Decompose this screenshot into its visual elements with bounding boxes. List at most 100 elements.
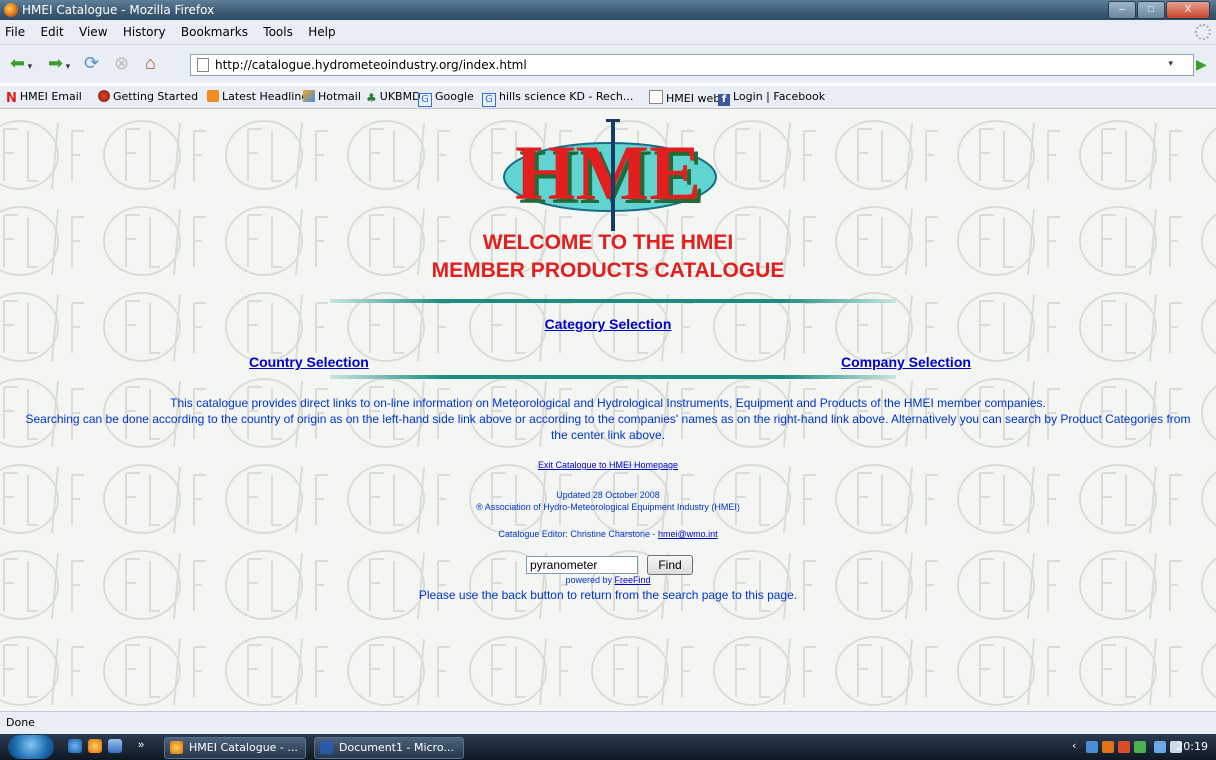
network-icon[interactable]: [1086, 741, 1098, 753]
status-bar: Done: [0, 711, 1216, 735]
bookmark-label: HMEI web: [666, 92, 721, 105]
app-tray-icon[interactable]: [1134, 741, 1146, 753]
welcome-heading: WELCOME TO THE HMEI MEMBER PRODUCTS CATA…: [0, 229, 1216, 285]
back-button-hint: Please use the back button to return fro…: [418, 588, 798, 602]
go-button[interactable]: ▶: [1196, 56, 1207, 73]
firefox-icon: [98, 90, 110, 102]
bookmark-google[interactable]: G Google: [418, 90, 474, 107]
bookmark-hills-science[interactable]: Ghills science KD - Rech...: [482, 90, 633, 107]
start-button[interactable]: [8, 735, 54, 759]
bookmark-label: hills science KD - Rech...: [499, 90, 634, 103]
menu-view[interactable]: View: [79, 25, 107, 39]
firefox-icon: [170, 741, 183, 754]
bookmark-facebook[interactable]: f Login | Facebook: [718, 90, 825, 106]
maximize-button[interactable]: □: [1137, 1, 1165, 19]
updated-date: Updated 28 October 2008: [556, 490, 660, 500]
menu-edit[interactable]: Edit: [40, 25, 63, 39]
country-selection-link[interactable]: Country Selection: [249, 354, 369, 370]
category-selection-link[interactable]: Category Selection: [0, 316, 1216, 332]
description-line: Searching can be done according to the c…: [25, 412, 1191, 426]
forward-dropdown-icon[interactable]: ▾: [63, 61, 71, 71]
bookmark-hmei-web[interactable]: HMEI web: [649, 90, 720, 105]
taskbar: » HMEI Catalogue - ... Document1 - Micro…: [0, 734, 1216, 760]
navigation-toolbar: ⬅ ▾ ➡ ▾ ⟳ ⊗ ⌂ http://catalogue.hydromete…: [0, 45, 1216, 83]
menu-help[interactable]: Help: [308, 25, 335, 39]
show-desktop-icon[interactable]: [108, 739, 122, 753]
divider-bottom: [330, 375, 896, 379]
url-dropdown-icon[interactable]: ▾: [1168, 58, 1173, 69]
menu-file[interactable]: File: [5, 25, 25, 39]
task-label: Document1 - Micro...: [339, 741, 454, 754]
bookmark-label: Latest Headlines: [222, 90, 314, 103]
word-icon: [320, 741, 333, 754]
menu-bar: File Edit View History Bookmarks Tools H…: [0, 20, 1216, 45]
firefox-icon: [4, 3, 18, 17]
quicklaunch-chevron-icon[interactable]: »: [138, 739, 144, 751]
throbber-icon: [1195, 24, 1211, 40]
bookmark-hmei-email[interactable]: N HMEI Email: [6, 90, 82, 106]
rss-icon: [207, 90, 219, 102]
bookmark-label: Google: [435, 90, 474, 103]
reload-button[interactable]: ⟳: [84, 53, 99, 73]
logo-text: HME: [515, 129, 701, 216]
msn-icon: [303, 90, 315, 102]
editor-line: Catalogue Editor: Christine Charstone - …: [0, 528, 1216, 540]
exit-row: Exit Catalogue to HMEI Homepage: [0, 459, 1216, 471]
n-icon: N: [6, 91, 17, 106]
bookmarks-toolbar: N HMEI Email Getting Started Latest Headl…: [0, 86, 1216, 109]
page-content: HME HME WELCOME TO THE HMEI MEMBER PRODU…: [0, 109, 1216, 711]
powered-label: powered by: [565, 575, 615, 585]
forward-button[interactable]: ➡ ▾: [48, 53, 70, 76]
bookmark-latest-headlines[interactable]: Latest Headlines: [207, 90, 314, 103]
find-button[interactable]: Find: [647, 555, 693, 575]
exit-catalogue-link[interactable]: Exit Catalogue to HMEI Homepage: [538, 460, 678, 470]
window-titlebar[interactable]: HMEI Catalogue - Mozilla Firefox – □ X: [0, 0, 1216, 20]
stop-button[interactable]: ⊗: [114, 53, 129, 73]
task-label: HMEI Catalogue - ...: [189, 741, 298, 754]
bookmark-ukbmd[interactable]: ♣ UKBMD: [366, 90, 421, 105]
back-dropdown-icon[interactable]: ▾: [25, 61, 33, 71]
menu-bookmarks[interactable]: Bookmarks: [181, 25, 248, 39]
back-button[interactable]: ⬅ ▾: [10, 53, 32, 76]
description-line: the center link above.: [550, 428, 666, 442]
tray-expand-icon[interactable]: ‹: [1072, 739, 1076, 752]
bookmark-label: Login | Facebook: [733, 90, 826, 103]
status-text: Done: [6, 716, 35, 729]
copyright-text: ® Association of Hydro-Meteorological Eq…: [476, 502, 740, 512]
ie-icon[interactable]: [68, 739, 82, 753]
editor-label: Catalogue Editor: Christine Charstone -: [498, 529, 658, 539]
home-button[interactable]: ⌂: [145, 53, 156, 73]
welcome-line-1: WELCOME TO THE HMEI: [482, 231, 734, 254]
divider-top: [330, 299, 896, 303]
clock[interactable]: 20:19: [1176, 740, 1208, 753]
freefind-link[interactable]: FreeFind: [615, 575, 651, 585]
minimize-button[interactable]: –: [1108, 1, 1136, 19]
url-bar[interactable]: http://catalogue.hydrometeoindustry.org/…: [190, 54, 1194, 76]
app-tray-icon[interactable]: [1118, 741, 1130, 753]
editor-email-link[interactable]: hmei@wmo.int: [658, 529, 718, 539]
powered-by: powered by FreeFind: [0, 574, 1216, 586]
bookmark-label: HMEI Email: [19, 90, 82, 103]
close-button[interactable]: X: [1166, 1, 1210, 19]
bookmark-getting-started[interactable]: Getting Started: [98, 90, 198, 103]
taskbar-item-firefox[interactable]: HMEI Catalogue - ...: [164, 737, 306, 759]
menu-tools[interactable]: Tools: [263, 25, 293, 39]
window-title: HMEI Catalogue - Mozilla Firefox: [22, 3, 215, 17]
facebook-icon: f: [718, 94, 730, 106]
company-selection-link[interactable]: Company Selection: [841, 354, 971, 370]
bookmark-hotmail[interactable]: Hotmail: [303, 90, 361, 103]
bookmark-label: Getting Started: [113, 90, 199, 103]
page-icon: [197, 58, 209, 72]
firefox-icon[interactable]: [88, 739, 102, 753]
welcome-line-2: MEMBER PRODUCTS CATALOGUE: [431, 259, 785, 282]
taskbar-item-word[interactable]: Document1 - Micro...: [314, 737, 464, 759]
system-tray: ‹ 20:19: [1072, 737, 1214, 757]
url-text[interactable]: http://catalogue.hydrometeoindustry.org/…: [215, 58, 527, 72]
network-status-icon[interactable]: [1154, 741, 1166, 753]
google-icon: G: [482, 93, 496, 107]
description-line: This catalogue provides direct links to …: [170, 396, 1046, 410]
hmei-logo: HME HME: [503, 119, 717, 231]
search-input[interactable]: [526, 556, 638, 574]
app-tray-icon[interactable]: [1102, 741, 1114, 753]
menu-history[interactable]: History: [123, 25, 166, 39]
